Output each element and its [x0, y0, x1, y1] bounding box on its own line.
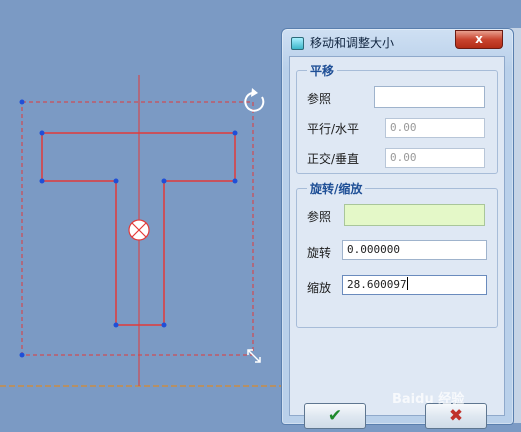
dialog-body: 平移 参照 平行/水平 0.00 正交/垂直 0.00 旋转/缩放 参照 旋转 … [289, 56, 505, 429]
scale-label: 缩放 [307, 281, 332, 295]
scale-handle-icon[interactable] [247, 349, 261, 363]
close-icon: x [475, 32, 483, 46]
ok-button[interactable]: ✔ [304, 403, 366, 429]
cross-icon: ✖ [448, 406, 464, 426]
rotate-scale-group: 旋转/缩放 参照 旋转 0.000000 缩放 28.600097 [296, 180, 498, 328]
rotate-input[interactable]: 0.000000 [342, 240, 487, 260]
translate-group-title: 平移 [307, 62, 338, 79]
vertex [39, 178, 45, 184]
vertex [113, 322, 119, 328]
move-resize-dialog: 移动和调整大小 x 平移 参照 平行/水平 0.00 正交/垂直 0.00 旋转… [281, 28, 514, 429]
rotate-handle-icon[interactable] [244, 88, 265, 112]
rotate-reference-field[interactable] [344, 204, 485, 226]
rotate-label: 旋转 [307, 246, 332, 260]
vertex [161, 178, 167, 184]
vertex [19, 352, 25, 358]
watermark: Baidu 经验 [392, 392, 465, 407]
rotate-reference-label: 参照 [307, 210, 332, 224]
translate-group: 平移 参照 平行/水平 0.00 正交/垂直 0.00 [296, 62, 498, 174]
vertex [232, 130, 238, 136]
rotate-scale-group-title: 旋转/缩放 [307, 180, 366, 197]
normal-input[interactable]: 0.00 [385, 148, 485, 168]
close-button[interactable]: x [455, 30, 503, 49]
text-caret [406, 277, 408, 290]
checkmark-icon: ✔ [327, 406, 343, 426]
normal-label: 正交/垂直 [307, 152, 360, 166]
scale-input[interactable]: 28.600097 [342, 275, 487, 295]
vertex [113, 178, 119, 184]
app-icon [291, 37, 304, 50]
center-point-icon[interactable] [128, 219, 150, 241]
translate-reference-label: 参照 [307, 92, 332, 106]
dialog-title: 移动和调整大小 [310, 36, 395, 50]
scale-value: 28.600097 [347, 278, 407, 291]
parallel-label: 平行/水平 [307, 122, 360, 136]
parallel-input[interactable]: 0.00 [385, 118, 485, 138]
dialog-titlebar[interactable]: 移动和调整大小 x [282, 29, 513, 54]
vertex [161, 322, 167, 328]
vertex [232, 178, 238, 184]
vertex [19, 99, 25, 105]
vertex-markers [19, 99, 238, 358]
translate-reference-field[interactable] [374, 86, 485, 108]
vertex [39, 130, 45, 136]
